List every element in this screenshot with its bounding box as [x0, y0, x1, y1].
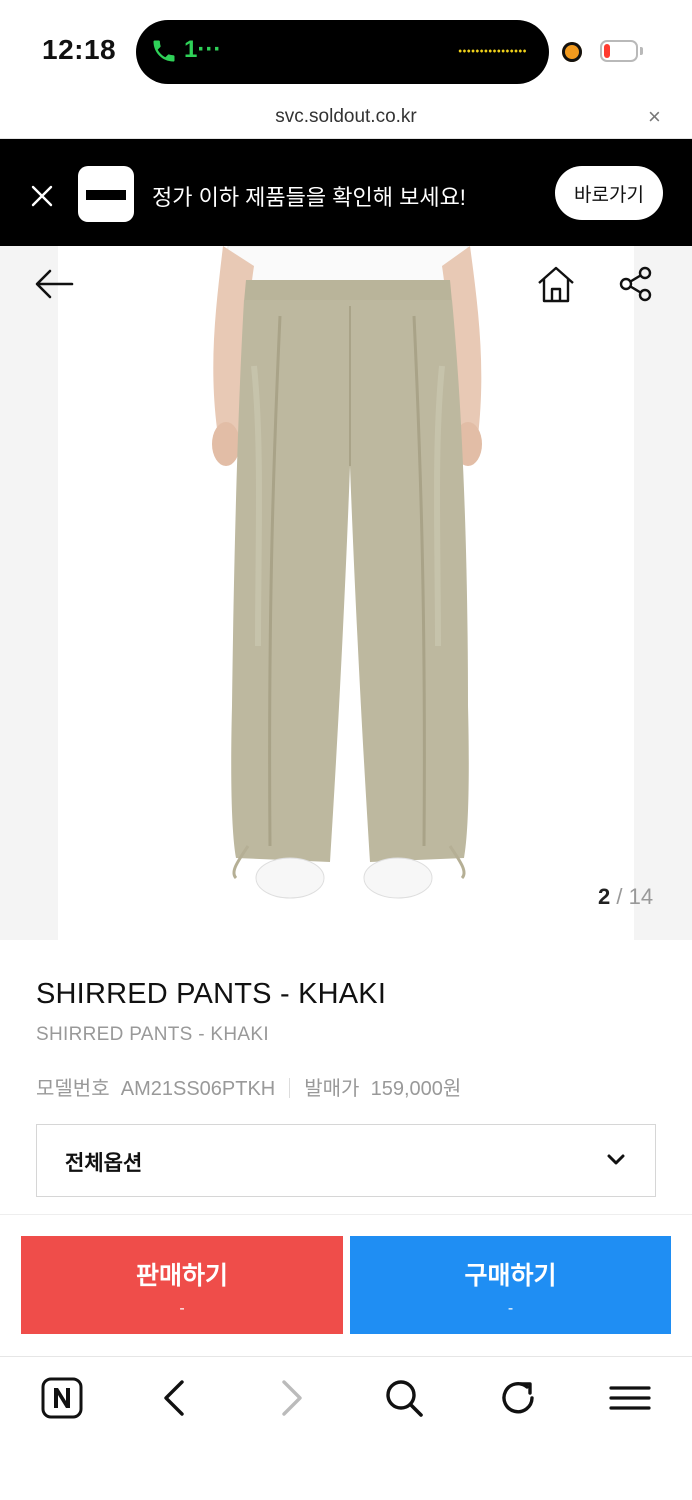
- model-label: 모델번호: [36, 1078, 110, 1100]
- buy-button-price: -: [507, 1300, 514, 1317]
- audio-waveform-icon: [458, 49, 526, 53]
- gallery-counter: 2 / 14: [598, 884, 653, 910]
- phone-call-icon: [153, 40, 175, 62]
- price-value: 159,000원: [370, 1078, 462, 1100]
- status-time: 12:18: [42, 34, 117, 65]
- banner-close-icon[interactable]: [28, 182, 56, 210]
- model-value: AM21SS06PTKH: [120, 1078, 276, 1100]
- battery-level: [604, 44, 610, 58]
- option-label: 전체옵션: [65, 1152, 143, 1175]
- battery-tip: [640, 47, 643, 55]
- sell-button[interactable]: 판매하기 -: [21, 1236, 343, 1334]
- refresh-icon[interactable]: [494, 1374, 542, 1422]
- call-duration: 1···: [184, 36, 222, 63]
- gallery-separator: /: [610, 884, 629, 909]
- gallery-total: 14: [628, 884, 654, 909]
- meta-divider: [289, 1078, 291, 1098]
- recording-indicator-icon: [562, 42, 582, 62]
- back-arrow-icon[interactable]: [32, 262, 76, 306]
- search-icon[interactable]: [380, 1374, 428, 1422]
- product-subtitle: SHIRRED PANTS - KHAKI: [36, 1024, 269, 1045]
- sell-button-price: -: [179, 1300, 185, 1317]
- buy-button-label: 구매하기: [464, 1262, 557, 1290]
- chevron-down-icon: [607, 1154, 625, 1165]
- banner-text: 정가 이하 제품들을 확인해 보세요!: [152, 185, 466, 210]
- option-select[interactable]: 전체옵션: [36, 1124, 656, 1197]
- forward-icon[interactable]: [266, 1374, 314, 1422]
- share-icon[interactable]: [614, 262, 658, 306]
- back-icon[interactable]: [152, 1374, 200, 1422]
- sell-button-label: 판매하기: [135, 1262, 228, 1290]
- gallery-current: 2: [598, 884, 611, 909]
- home-icon[interactable]: [534, 262, 578, 306]
- buy-button[interactable]: 구매하기 -: [350, 1236, 671, 1334]
- naver-home-icon[interactable]: [38, 1374, 86, 1422]
- price-label: 발매가: [304, 1078, 360, 1100]
- url-text[interactable]: svc.soldout.co.kr: [0, 106, 692, 128]
- product-meta: 모델번호 AM21SS06PTKH 발매가 159,000원: [36, 1072, 461, 1101]
- divider: [0, 1214, 692, 1215]
- banner-go-button[interactable]: 바로가기: [555, 166, 663, 220]
- menu-icon[interactable]: [606, 1374, 654, 1422]
- url-close-icon[interactable]: ×: [648, 106, 666, 128]
- product-image[interactable]: [58, 246, 634, 940]
- app-logo-icon: [78, 166, 134, 222]
- product-title: SHIRRED PANTS - KHAKI: [36, 978, 387, 1010]
- toolbar-divider: [0, 1356, 692, 1357]
